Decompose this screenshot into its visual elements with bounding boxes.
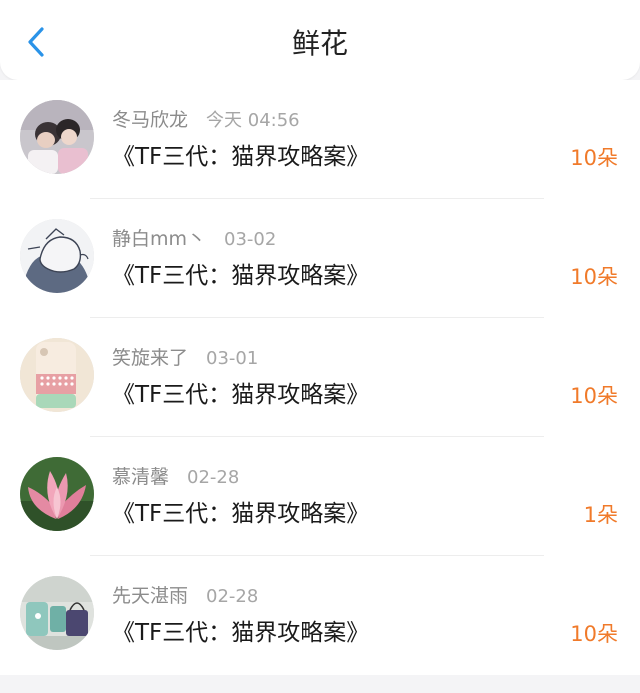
header-bar: 鲜花	[0, 0, 640, 80]
avatar[interactable]	[20, 576, 94, 650]
item-meta: 静白mm丶 03-02	[112, 226, 276, 253]
work-title[interactable]: 《TF三代：猫界攻略案》	[112, 379, 369, 411]
item-meta: 笑旋来了 03-01	[112, 345, 258, 372]
avatar[interactable]	[20, 100, 94, 174]
work-title[interactable]: 《TF三代：猫界攻略案》	[112, 498, 369, 530]
flower-count: 1朵	[583, 503, 618, 527]
user-name[interactable]: 慕清馨	[112, 466, 169, 488]
item-meta: 冬马欣龙 今天 04:56	[112, 107, 300, 134]
flower-count: 10朵	[570, 146, 618, 170]
timestamp: 今天 04:56	[206, 110, 300, 131]
flower-count: 10朵	[570, 622, 618, 646]
list-item[interactable]: 先天湛雨 02-28 《TF三代：猫界攻略案》 10朵	[0, 556, 640, 675]
timestamp: 03-01	[206, 348, 259, 369]
list-item[interactable]: 笑旋来了 03-01 《TF三代：猫界攻略案》 10朵	[0, 318, 640, 437]
timestamp: 03-02	[224, 229, 277, 250]
timestamp: 02-28	[206, 586, 259, 607]
flower-count: 10朵	[570, 384, 618, 408]
user-name[interactable]: 先天湛雨	[112, 585, 188, 607]
list-item[interactable]: 慕清馨 02-28 《TF三代：猫界攻略案》 1朵	[0, 437, 640, 556]
item-meta: 慕清馨 02-28	[112, 464, 239, 491]
list-item[interactable]: 静白mm丶 03-02 《TF三代：猫界攻略案》 10朵	[0, 199, 640, 318]
avatar[interactable]	[20, 338, 94, 412]
item-meta: 先天湛雨 02-28	[112, 583, 258, 610]
timestamp: 02-28	[187, 467, 240, 488]
user-name[interactable]: 冬马欣龙	[112, 109, 188, 131]
work-title[interactable]: 《TF三代：猫界攻略案》	[112, 617, 369, 649]
avatar[interactable]	[20, 457, 94, 531]
gift-list: 冬马欣龙 今天 04:56 《TF三代：猫界攻略案》 10朵 静白mm丶 03-02…	[0, 80, 640, 675]
flower-count: 10朵	[570, 265, 618, 289]
page-title: 鲜花	[291, 27, 348, 60]
user-name[interactable]: 静白mm丶	[112, 228, 206, 250]
work-title[interactable]: 《TF三代：猫界攻略案》	[112, 141, 369, 173]
list-item[interactable]: 冬马欣龙 今天 04:56 《TF三代：猫界攻略案》 10朵	[0, 80, 640, 199]
work-title[interactable]: 《TF三代：猫界攻略案》	[112, 260, 369, 292]
avatar[interactable]	[20, 219, 94, 293]
user-name[interactable]: 笑旋来了	[112, 347, 188, 369]
